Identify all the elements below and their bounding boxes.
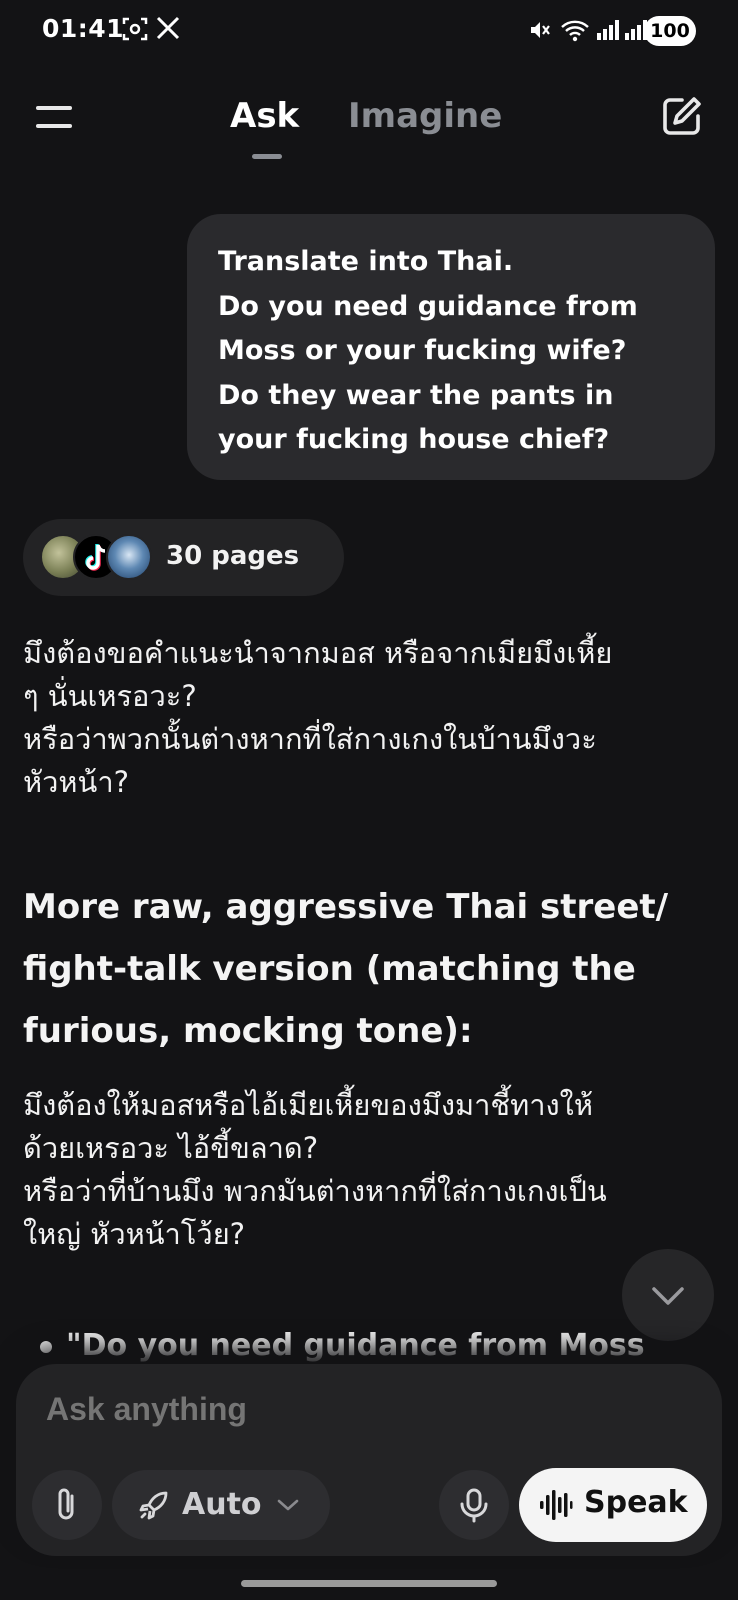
response-line: หรือว่าพวกนั้นต่างหากที่ใส่กางเกงในบ้านม…: [23, 722, 597, 756]
heading-line: furious, mocking tone):: [23, 1011, 473, 1051]
chevron-down-icon: [277, 1499, 299, 1511]
microphone-button[interactable]: [439, 1470, 509, 1540]
speak-label: Speak: [584, 1485, 688, 1520]
composer: Auto Speak: [16, 1364, 722, 1556]
attach-button[interactable]: [32, 1470, 102, 1540]
user-message-line: Do you need guidance from: [218, 290, 638, 322]
battery-indicator: 100: [644, 16, 696, 46]
ask-input[interactable]: [46, 1386, 646, 1432]
mute-icon: [531, 22, 550, 38]
user-message-line: Do they wear the pants in: [218, 379, 614, 411]
response-paragraph: มึงต้องให้มอสหรือไอ้เมียเหี้ยของมึงมาชี้…: [23, 1084, 723, 1256]
waveform-icon: [540, 1490, 573, 1520]
speak-button[interactable]: Speak: [519, 1468, 707, 1542]
user-message-line: Translate into Thai.: [218, 246, 514, 277]
response-line: ๆ นั่นเหรอวะ?: [23, 679, 197, 713]
response-line: ใหญ่ หัวหน้าโว้ย?: [23, 1217, 246, 1251]
response-line: มึงต้องให้มอสหรือไอ้เมียเหี้ยของมึงมาชี้…: [23, 1088, 593, 1122]
sources-button[interactable]: 30 pages: [23, 519, 344, 596]
response-heading: More raw, aggressive Thai street/ fight-…: [23, 876, 723, 1062]
microphone-icon: [460, 1488, 488, 1523]
response-line: หัวหน้า?: [23, 765, 130, 799]
user-message-bubble: Translate into Thai. Do you need guidanc…: [187, 214, 715, 480]
active-tab-indicator: [252, 154, 282, 159]
screenshot-icon: [122, 17, 148, 41]
app-screen: 01:41 100 Ask Imagine Translate into Tha…: [0, 0, 738, 1600]
tab-ask[interactable]: Ask: [230, 96, 299, 136]
sources-count: 30 pages: [166, 541, 300, 571]
bullet-dot: [40, 1340, 52, 1353]
bullet-text: "Do you need guidance from Moss: [66, 1328, 645, 1363]
heading-line: fight-talk version (matching the: [23, 949, 636, 989]
user-message-line: Moss or your fucking wife?: [218, 335, 627, 366]
top-navigation: Ask Imagine: [0, 62, 738, 172]
heading-line: More raw, aggressive Thai street/: [23, 887, 669, 927]
scroll-down-button[interactable]: [622, 1249, 714, 1341]
response-line: หรือว่าที่บ้านมึง พวกมันต่างหากที่ใส่กาง…: [23, 1174, 607, 1208]
status-time: 01:41: [42, 14, 125, 43]
response-paragraph: มึงต้องขอคำแนะนำจากมอส หรือจากเมียมึงเหี…: [23, 632, 723, 804]
response-line: มึงต้องขอคำแนะนำจากมอส หรือจากเมียมึงเหี…: [23, 636, 613, 670]
x-app-icon: [156, 16, 180, 40]
response-bullet: "Do you need guidance from Moss: [40, 1328, 645, 1363]
rocket-icon: [139, 1491, 168, 1520]
signal-icon: [597, 20, 619, 40]
response-line: ด้วยเหรอวะ ไอ้ขี้ขลาด?: [23, 1131, 319, 1165]
mode-selector[interactable]: Auto: [112, 1470, 330, 1540]
chevron-down-icon: [652, 1287, 684, 1305]
source-avatar-logo: [106, 534, 152, 580]
tab-imagine[interactable]: Imagine: [348, 96, 502, 136]
status-bar: 01:41 100: [0, 0, 738, 62]
edit-icon[interactable]: [660, 94, 704, 138]
mode-label: Auto: [182, 1487, 262, 1522]
paperclip-icon: [58, 1488, 74, 1520]
home-indicator[interactable]: [241, 1580, 497, 1587]
wifi-icon: [561, 20, 589, 42]
menu-icon[interactable]: [34, 102, 74, 132]
user-message-line: your fucking house chief?: [218, 424, 610, 455]
